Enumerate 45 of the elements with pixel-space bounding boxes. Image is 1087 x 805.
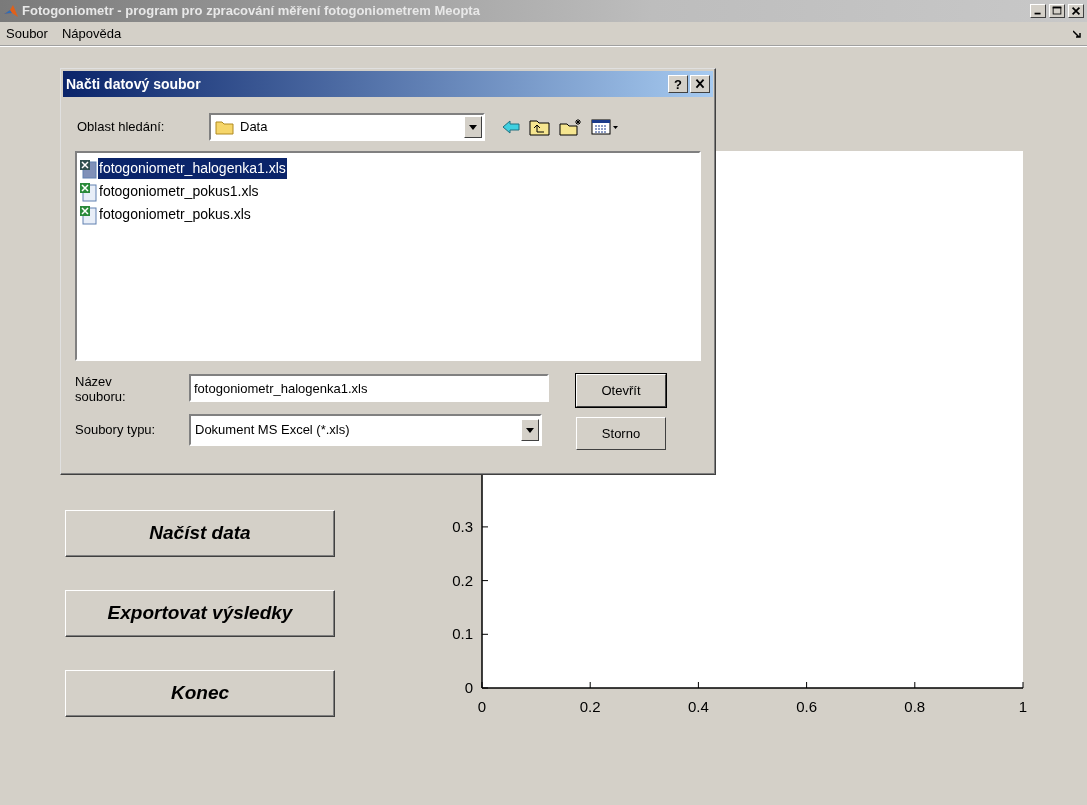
menu-item[interactable]: Soubor	[6, 23, 48, 44]
file-type-dropdown[interactable]: Dokument MS Excel (*.xls)	[189, 414, 542, 446]
x-tick-label: 1	[1018, 698, 1028, 715]
action-button[interactable]: Konec	[65, 670, 335, 717]
dialog-button[interactable]: Storno	[576, 417, 666, 450]
up-folder-icon[interactable]	[529, 118, 551, 136]
look-in-dropdown[interactable]: Data	[209, 113, 485, 141]
file-name-label: Název souboru:	[75, 374, 127, 404]
dropdown-arrow-icon	[469, 124, 477, 130]
y-tick-label: 0	[464, 679, 473, 696]
spreadsheet-file-icon	[79, 181, 97, 202]
look-in-label: Oblast hledání:	[77, 118, 166, 137]
file-item[interactable]: fotogoniometr_pokus1.xls	[98, 181, 260, 202]
maximize-icon[interactable]	[1049, 4, 1065, 18]
action-button[interactable]: Načíst data	[65, 510, 335, 557]
dock-arrow-icon[interactable]	[1073, 29, 1081, 38]
file-item[interactable]: fotogoniometr_halogenka1.xls	[98, 158, 287, 179]
action-button[interactable]: Exportovat výsledky	[65, 590, 335, 637]
dropdown-arrow-icon	[526, 427, 534, 433]
dialog-button[interactable]: Otevřít	[576, 374, 666, 407]
close-icon[interactable]	[1068, 4, 1084, 18]
y-tick-label: 0.1	[452, 625, 473, 643]
view-menu-icon[interactable]	[591, 118, 619, 136]
file-name-field[interactable]: fotogoniometr_halogenka1.xls	[189, 374, 549, 402]
spreadsheet-file-icon	[79, 158, 97, 179]
x-tick-label: 0	[477, 698, 487, 715]
y-tick-label: 0.3	[452, 517, 473, 535]
y-tick-label: 0.2	[452, 571, 473, 589]
folder-icon	[215, 119, 235, 135]
file-type-label: Soubory typu:	[75, 421, 157, 440]
x-tick-label: 0.4	[687, 698, 709, 715]
x-tick-label: 0.2	[579, 698, 601, 715]
file-item[interactable]: fotogoniometr_pokus.xls	[98, 204, 252, 225]
help-button[interactable]: ?	[668, 75, 688, 93]
x-tick-label: 0.8	[904, 698, 926, 715]
new-folder-icon[interactable]	[559, 118, 583, 136]
close-icon[interactable]	[690, 75, 710, 93]
x-tick-label: 0.6	[796, 698, 818, 715]
spreadsheet-file-icon	[79, 204, 97, 225]
app-icon	[3, 3, 19, 19]
menu-item[interactable]: Nápověda	[61, 23, 122, 44]
window-title: Fotogoniometr - program pro zpracování měření fotogoniometrem Meopta	[22, 2, 480, 21]
minimize-icon[interactable]	[1030, 4, 1046, 18]
back-arrow-icon[interactable]	[501, 119, 521, 135]
dialog-title: Načti datový soubor	[66, 74, 202, 94]
